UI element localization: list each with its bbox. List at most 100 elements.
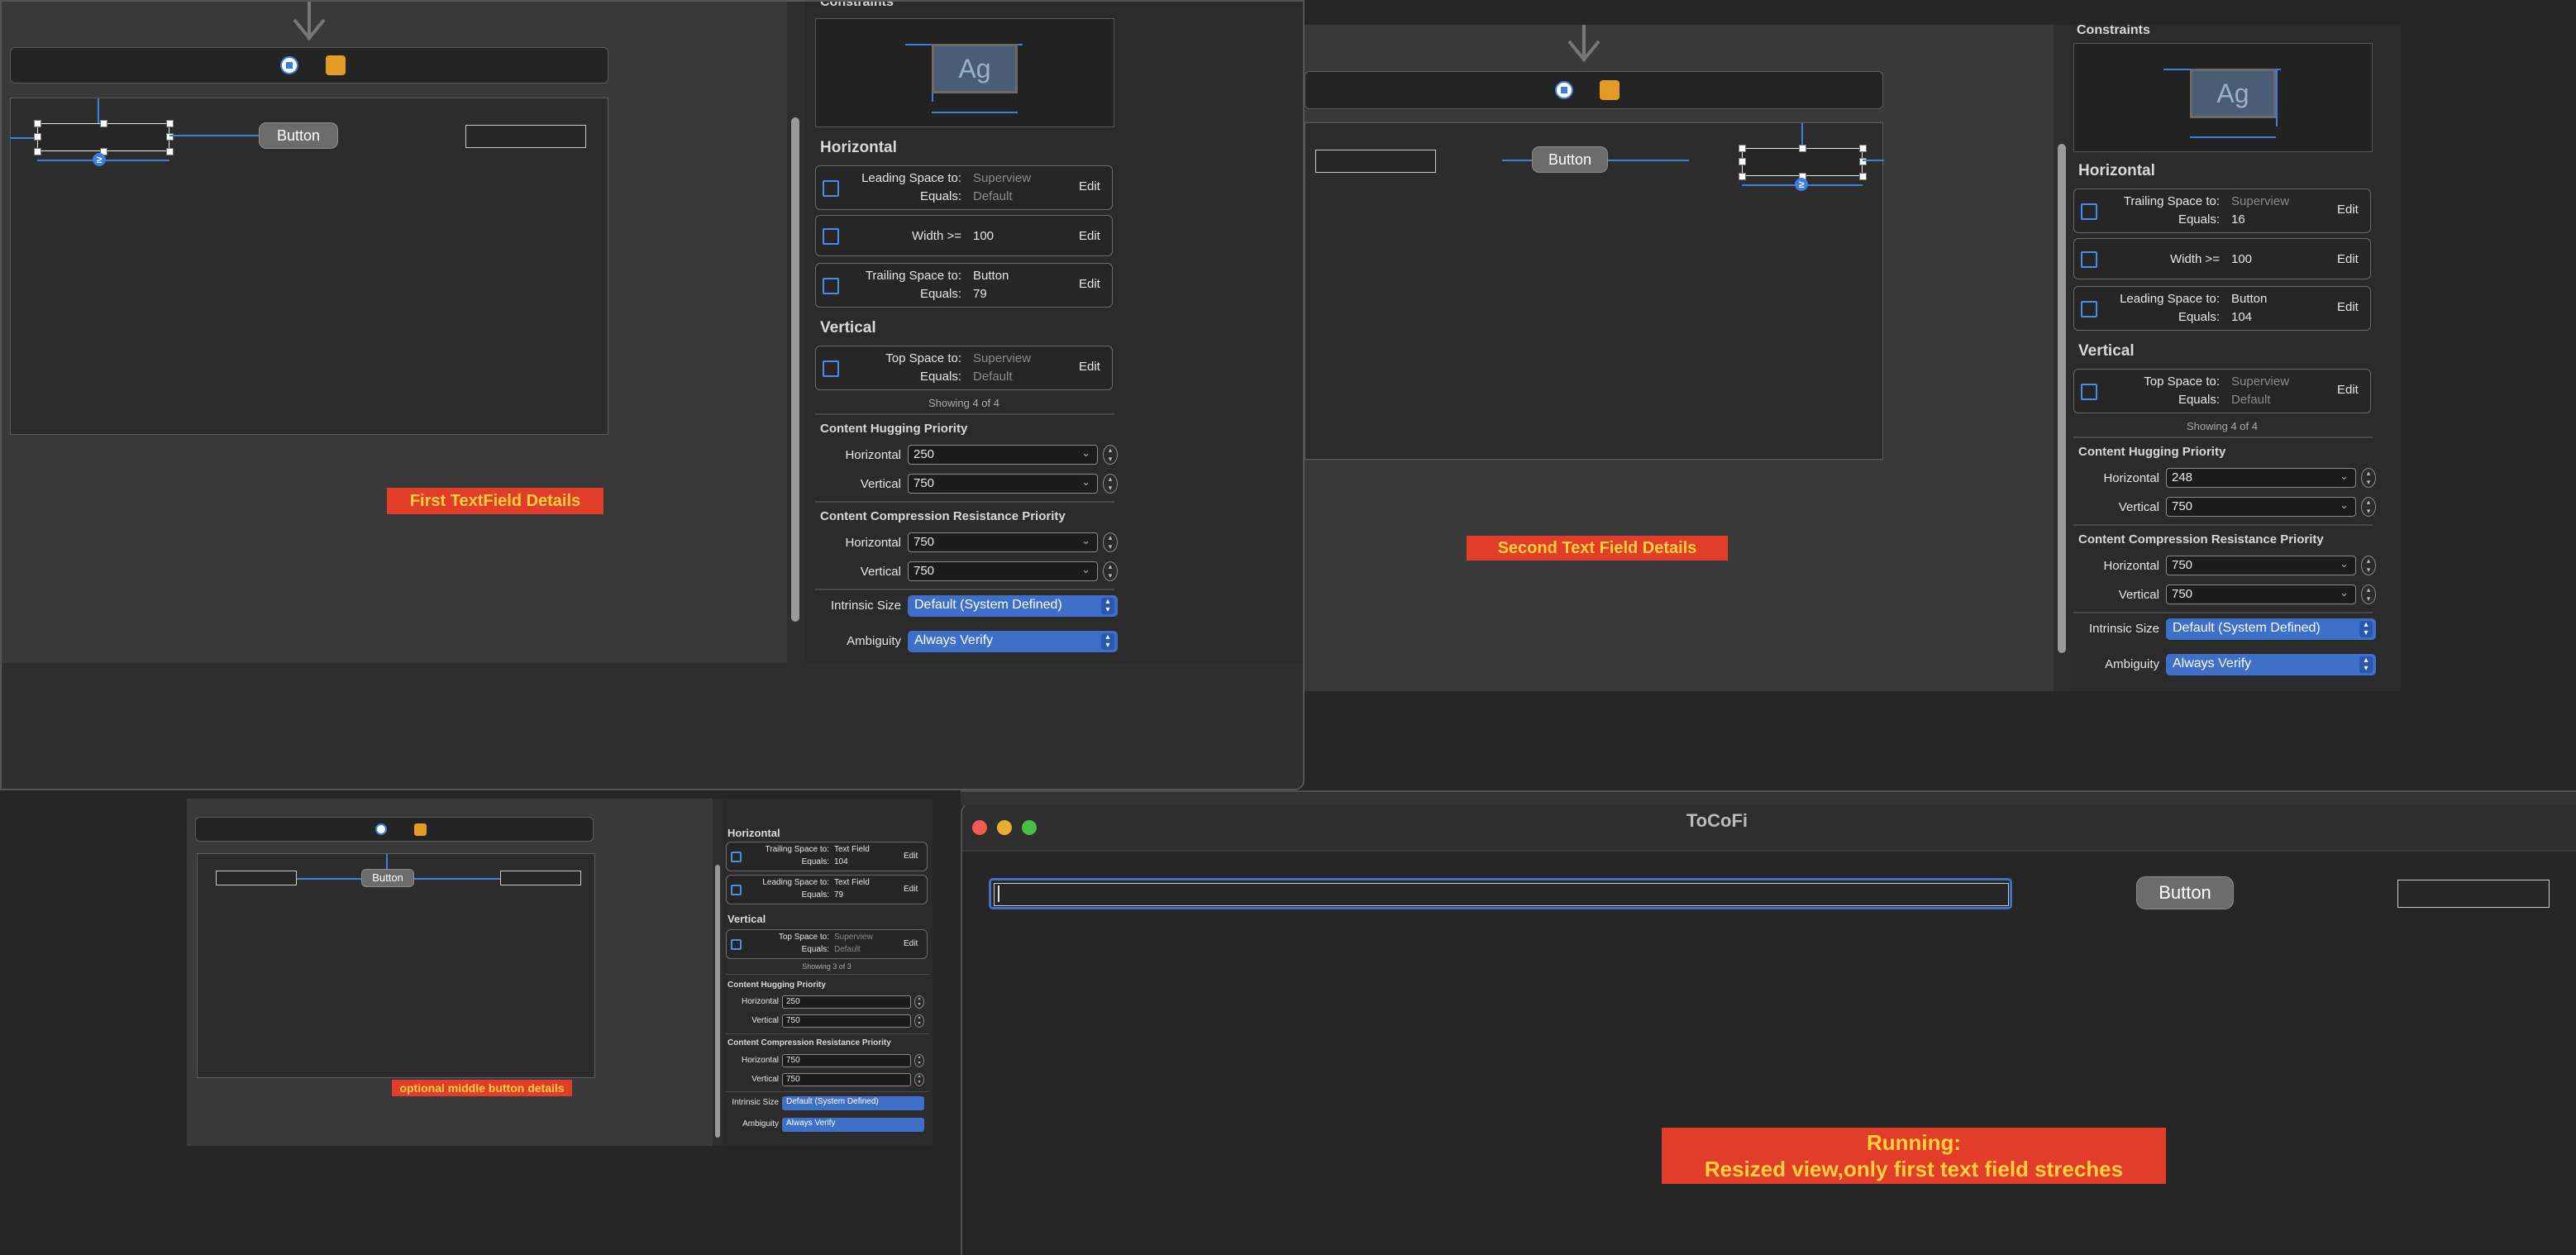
ambiguity-popup[interactable]: Always Verify ▴ ▾ (908, 631, 1118, 652)
edit-button[interactable]: Edit (2337, 203, 2359, 217)
intrinsic-size-popup[interactable]: Default (System Defined) (782, 1096, 924, 1110)
constraint-row-leading[interactable]: Leading Space to: Text Field Equals: 79 … (726, 875, 928, 904)
view-controller-scene: Button (197, 853, 595, 1078)
top-constraint-icon (731, 939, 742, 950)
running-app-window: ToCoFi Button Running: Resized view,only… (961, 802, 2576, 1255)
constraint-top (98, 98, 99, 123)
compression-vertical-field[interactable]: 750 ⌄ (908, 561, 1098, 581)
width-badge: ≥ (1795, 178, 1808, 191)
constraint-row-leading[interactable]: Leading Space to: Superview Equals: Defa… (815, 165, 1113, 210)
constraints-header: Constraints (820, 0, 894, 9)
edit-button[interactable]: Edit (904, 852, 918, 861)
second-text-field[interactable] (465, 125, 586, 148)
constraint-trailing (1863, 160, 1884, 161)
vertical-header: Vertical (820, 319, 876, 336)
constraint-row-trailing[interactable]: Trailing Space to: Button Equals: 79 Edi… (815, 263, 1113, 308)
horizontal-header: Horizontal (820, 139, 897, 156)
width-constraint-icon (823, 228, 839, 245)
window-title: ToCoFi (1686, 810, 1748, 831)
hugging-header: Content Hugging Priority (820, 422, 968, 436)
entry-arrow-icon (1566, 25, 1602, 64)
compression-horizontal-field[interactable]: 750 ⌄ (2166, 556, 2356, 575)
canvas-scrollbar[interactable] (715, 865, 720, 1138)
stepper-icon[interactable]: ▴ ▾ (914, 1054, 924, 1067)
stepper-icon[interactable]: ▴ ▾ (1103, 532, 1118, 552)
ambiguity-popup[interactable]: Always Verify ▴ ▾ (2166, 654, 2376, 675)
first-responder-icon[interactable] (375, 823, 387, 835)
edit-button[interactable]: Edit (904, 939, 918, 948)
trailing-constraint-icon (823, 278, 839, 294)
intrinsic-size-popup[interactable]: Default (System Defined) ▴ ▾ (2166, 618, 2376, 640)
leading-constraint-icon (2081, 301, 2097, 317)
button[interactable]: Button (259, 122, 338, 149)
stepper-icon[interactable]: ▴ ▾ (1103, 474, 1118, 494)
edit-button[interactable]: Edit (1079, 229, 1100, 243)
first-responder-icon[interactable] (280, 56, 298, 74)
edit-button[interactable]: Edit (2337, 252, 2359, 266)
compression-vertical-field[interactable]: 750 (782, 1073, 911, 1086)
running-button[interactable]: Button (2136, 876, 2234, 909)
second-text-field[interactable] (1742, 148, 1863, 176)
stepper-icon[interactable]: ▴ ▾ (2361, 556, 2376, 575)
button[interactable]: Button (361, 869, 414, 887)
stepper-icon[interactable]: ▴ ▾ (2361, 497, 2376, 517)
compression-horizontal-field[interactable]: 750 (782, 1054, 911, 1067)
edit-button[interactable]: Edit (904, 885, 918, 894)
stepper-icon[interactable]: ▴ ▾ (1103, 561, 1118, 581)
hugging-horizontal-field[interactable]: 248 ⌄ (2166, 468, 2356, 488)
view-controller-scene: ≥ Button (10, 98, 608, 435)
hugging-vertical-field[interactable]: 750 ⌄ (2166, 497, 2356, 517)
stepper-icon[interactable]: ▴ ▾ (914, 1014, 924, 1028)
stepper-icon[interactable]: ▴ ▾ (914, 995, 924, 1009)
stepper-icon[interactable]: ▴ ▾ (2361, 585, 2376, 604)
intrinsic-size-popup[interactable]: Default (System Defined) ▴ ▾ (908, 595, 1118, 617)
trailing-constraint-icon (2081, 203, 2097, 220)
constraint-row-trailing[interactable]: Trailing Space to: Superview Equals: 16 … (2073, 188, 2371, 233)
constraint-row-top[interactable]: Top Space to: Superview Equals: Default … (2073, 369, 2371, 413)
title-bar: ToCoFi (962, 804, 2576, 850)
leading-constraint-icon (731, 885, 742, 895)
width-badge: ≥ (93, 153, 106, 166)
constraint-row-width[interactable]: Width >= 100 Edit (2073, 238, 2371, 279)
constraint-row-trailing[interactable]: Trailing Space to: Text Field Equals: 10… (726, 842, 928, 871)
scene-dock (10, 47, 608, 84)
scene-dock (195, 817, 594, 842)
scene-dock (1305, 71, 1883, 109)
ambiguity-popup[interactable]: Always Verify (782, 1118, 924, 1132)
running-second-text-field[interactable] (2397, 880, 2550, 908)
first-text-field[interactable] (1315, 150, 1436, 173)
edit-button[interactable]: Edit (1079, 277, 1100, 291)
compression-header: Content Compression Resistance Priority (820, 509, 1066, 523)
edit-button[interactable]: Edit (1079, 360, 1100, 374)
hugging-horizontal-field[interactable]: 250 (782, 995, 911, 1009)
hugging-vertical-field[interactable]: 750 ⌄ (908, 474, 1098, 494)
cube-icon[interactable] (414, 823, 427, 836)
stepper-icon[interactable]: ▴ ▾ (1103, 445, 1118, 465)
first-text-field[interactable] (37, 123, 169, 151)
cube-icon[interactable] (1600, 80, 1620, 100)
compression-horizontal-field[interactable]: 750 ⌄ (908, 532, 1098, 552)
edit-button[interactable]: Edit (1079, 179, 1100, 193)
panel-second-textfield: Button ≥ Second Text Field Details Const… (1305, 25, 2401, 691)
button[interactable]: Button (1532, 146, 1608, 173)
cube-icon[interactable] (326, 55, 346, 75)
leading-constraint-icon (823, 180, 839, 197)
constraint-row-top[interactable]: Top Space to: Superview Equals: Default … (726, 929, 928, 959)
compression-vertical-field[interactable]: 750 ⌄ (2166, 585, 2356, 604)
entry-arrow-icon (291, 2, 327, 43)
hugging-vertical-field[interactable]: 750 (782, 1014, 911, 1028)
panel-middle-button: Button optional middle button details Ho… (187, 799, 933, 1146)
constraint-row-leading[interactable]: Leading Space to: Button Equals: 104 Edi… (2073, 286, 2371, 331)
stepper-icon[interactable]: ▴ ▾ (914, 1073, 924, 1086)
first-responder-icon[interactable] (1555, 81, 1573, 99)
constraint-row-width[interactable]: Width >= 100 Edit (815, 215, 1113, 256)
hugging-horizontal-field[interactable]: 250 ⌄ (908, 445, 1098, 465)
stepper-icon[interactable]: ▴ ▾ (2361, 468, 2376, 488)
first-text-field[interactable] (216, 871, 297, 885)
second-text-field[interactable] (500, 871, 581, 885)
constraint-row-top[interactable]: Top Space to: Superview Equals: Default … (815, 346, 1113, 390)
edit-button[interactable]: Edit (2337, 383, 2359, 397)
edit-button[interactable]: Edit (2337, 300, 2359, 314)
canvas-scrollbar[interactable] (791, 117, 799, 622)
running-first-text-field[interactable] (989, 878, 2012, 909)
